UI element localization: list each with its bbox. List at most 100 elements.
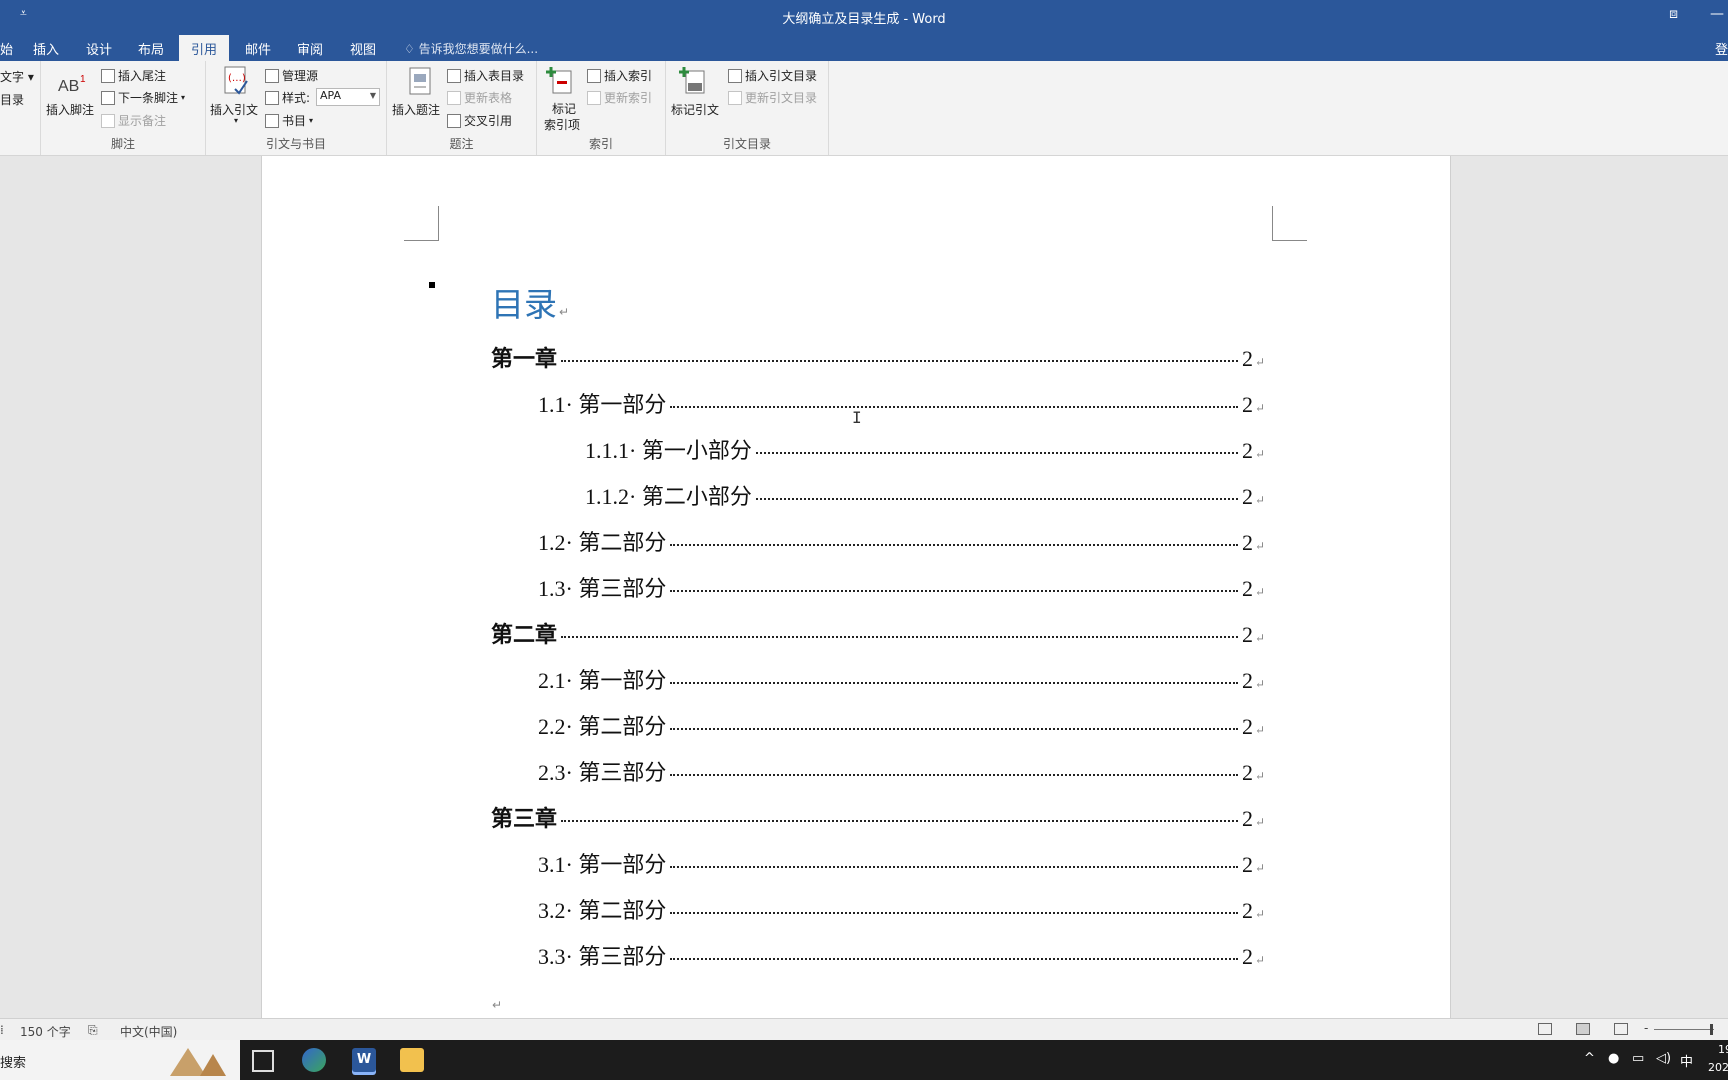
tab-layout[interactable]: 布局 bbox=[138, 39, 164, 58]
toc-entry[interactable]: 1.2· 第二部分 2 ↵ bbox=[538, 525, 1265, 555]
toc-entry[interactable]: 第三章 2 ↵ bbox=[491, 801, 1265, 831]
clock-date[interactable]: 202 bbox=[1708, 1061, 1728, 1074]
toc-entry-label: 第三章 bbox=[491, 806, 558, 831]
print-layout-icon[interactable] bbox=[1576, 1023, 1590, 1035]
toc-entry[interactable]: 第一章 2 ↵ bbox=[491, 341, 1265, 371]
toc-entry-label: 3.2· 第二部分 bbox=[538, 898, 667, 923]
tab-insert[interactable]: 插入 bbox=[33, 39, 59, 58]
volume-icon[interactable]: ◁) bbox=[1656, 1051, 1671, 1066]
toc-entry[interactable]: 1.1.1· 第一小部分 2 ↵ bbox=[585, 433, 1265, 463]
show-notes-icon bbox=[101, 113, 115, 128]
toc-entry[interactable]: 2.1· 第一部分 2 ↵ bbox=[538, 663, 1265, 693]
toc-entry[interactable]: 2.3· 第三部分 2 ↵ bbox=[538, 755, 1265, 785]
toc-entry[interactable]: 1.1· 第一部分 2 ↵ bbox=[538, 387, 1265, 417]
task-view-icon[interactable] bbox=[252, 1050, 274, 1072]
paragraph-mark: ↵ bbox=[1254, 585, 1265, 599]
mark-citation-icon bbox=[679, 67, 705, 94]
toc-entry[interactable]: 3.2· 第二部分 2 ↵ bbox=[538, 893, 1265, 923]
tell-me-search[interactable]: ♢ 告诉我您想要做什么... bbox=[404, 40, 538, 57]
document-area[interactable]: 目录 ↵ 第一章 2 ↵ 1.1· 第一部分 2 ↵ 1.1.1· 第一小部分 2 ↵ 1.1.2·… bbox=[0, 156, 1728, 1018]
captions-group-label: 题注 bbox=[449, 137, 474, 151]
toc-entry[interactable]: 1.1.2· 第二小部分 2 ↵ bbox=[585, 479, 1265, 509]
next-footnote-button[interactable]: 下一条脚注 ▾ bbox=[101, 89, 185, 106]
insert-table-of-figures-button[interactable]: 插入表目录 bbox=[447, 67, 524, 84]
mark-entry-line2[interactable]: 索引项 bbox=[544, 116, 580, 133]
insert-citation-dropdown-icon[interactable]: ▾ bbox=[234, 116, 238, 125]
toc-heading[interactable]: 目录 ↵ bbox=[491, 278, 569, 326]
toc-entry[interactable]: 2.2· 第二部分 2 ↵ bbox=[538, 709, 1265, 739]
ribbon-display-options-icon[interactable]: ⧈ bbox=[1669, 6, 1678, 22]
toc-entry[interactable]: 3.3· 第三部分 2 ↵ bbox=[538, 939, 1265, 969]
update-index-icon bbox=[587, 90, 601, 105]
insert-table-of-authorities-button[interactable]: 插入引文目录 bbox=[728, 67, 817, 84]
network-icon[interactable]: ▭ bbox=[1632, 1051, 1644, 1066]
web-layout-icon[interactable] bbox=[1614, 1023, 1628, 1035]
toc-leader-dots bbox=[755, 498, 1238, 500]
sign-in-link[interactable]: 登 bbox=[1715, 39, 1728, 58]
toc-entry-page: 2 bbox=[1241, 898, 1253, 923]
paragraph-mark: ↵ bbox=[1254, 769, 1265, 783]
add-text-button[interactable]: 文字 ▾ bbox=[0, 68, 34, 85]
tab-mailings[interactable]: 邮件 bbox=[245, 39, 271, 58]
manage-sources-button[interactable]: 管理源 bbox=[265, 67, 318, 84]
tab-home[interactable]: 始 bbox=[0, 39, 13, 58]
group-table-of-contents: 文字 ▾ 目录 bbox=[0, 61, 41, 155]
word-count[interactable]: 150 个字 bbox=[20, 1023, 71, 1040]
insert-index-button[interactable]: 插入索引 bbox=[587, 67, 652, 84]
word-app-icon[interactable]: W bbox=[352, 1048, 376, 1072]
citation-style-select[interactable]: APA ▼ bbox=[316, 88, 380, 106]
toc-entry-page: 2 bbox=[1241, 760, 1253, 785]
tab-view[interactable]: 视图 bbox=[350, 39, 376, 58]
next-footnote-label: 下一条脚注 bbox=[118, 91, 179, 105]
bibliography-button[interactable]: 书目 ▾ bbox=[265, 112, 313, 129]
update-toa-icon bbox=[728, 90, 742, 105]
paragraph-mark: ↵ bbox=[1254, 907, 1265, 921]
toc-entry[interactable]: 3.1· 第一部分 2 ↵ bbox=[538, 847, 1265, 877]
toc-heading-text: 目录 bbox=[491, 285, 557, 324]
update-table-button[interactable]: 更新表格 bbox=[447, 89, 512, 106]
paragraph-bullet-marker bbox=[429, 282, 435, 288]
tab-design[interactable]: 设计 bbox=[86, 39, 112, 58]
table-of-figures-icon bbox=[447, 68, 461, 83]
clock-time[interactable]: 19 bbox=[1718, 1043, 1728, 1056]
insert-caption-button[interactable]: 插入题注 bbox=[392, 101, 440, 118]
taskbar-search[interactable]: 搜索 bbox=[0, 1040, 240, 1080]
microphone-icon[interactable]: ● bbox=[1608, 1051, 1619, 1066]
insert-caption-icon bbox=[409, 67, 431, 95]
toc-entry-label: 2.2· 第二部分 bbox=[538, 714, 667, 739]
paragraph-mark: ↵ bbox=[1254, 861, 1265, 875]
mark-citation-button[interactable]: 标记引文 bbox=[671, 101, 719, 118]
update-index-button[interactable]: 更新索引 bbox=[587, 89, 652, 106]
toc-entry-label: 1.3· 第三部分 bbox=[538, 576, 667, 601]
zoom-slider[interactable] bbox=[1654, 1029, 1714, 1030]
page-indicator-icon[interactable]: ⁞ bbox=[0, 1023, 4, 1037]
insert-endnote-button[interactable]: 插入尾注 bbox=[101, 67, 166, 84]
show-hidden-icons-icon[interactable]: ^ bbox=[1584, 1051, 1595, 1066]
language-indicator[interactable]: 中文(中国) bbox=[120, 1023, 177, 1040]
ribbon: 文字 ▾ 目录 AB 1 插入脚注 插入尾注 下一条脚注 ▾ 显示备注 脚注 (…… bbox=[0, 61, 1728, 156]
paragraph-mark: ↵ bbox=[1254, 447, 1265, 461]
tab-review[interactable]: 审阅 bbox=[297, 39, 323, 58]
toc-entry[interactable]: 第二章 2 ↵ bbox=[491, 617, 1265, 647]
toc-entry[interactable]: 1.3· 第三部分 2 ↵ bbox=[538, 571, 1265, 601]
paragraph-mark: ↵ bbox=[1254, 815, 1265, 829]
toc-entry-page: 2 bbox=[1241, 806, 1253, 831]
document-page[interactable]: 目录 ↵ 第一章 2 ↵ 1.1· 第一部分 2 ↵ 1.1.1· 第一小部分 2 ↵ 1.1.2·… bbox=[261, 156, 1451, 1018]
zoom-slider-thumb[interactable] bbox=[1710, 1024, 1713, 1035]
read-mode-icon[interactable] bbox=[1538, 1023, 1552, 1035]
update-table-of-authorities-button[interactable]: 更新引文目录 bbox=[728, 89, 817, 106]
minimize-icon[interactable]: — bbox=[1710, 6, 1724, 22]
zoom-out-button[interactable]: - bbox=[1644, 1021, 1648, 1035]
edge-browser-icon[interactable] bbox=[302, 1048, 326, 1072]
file-explorer-icon[interactable] bbox=[400, 1048, 424, 1072]
ime-indicator[interactable]: 中 bbox=[1680, 1051, 1693, 1070]
insert-footnote-button[interactable]: 插入脚注 bbox=[46, 101, 94, 118]
toc-entry-label: 第二章 bbox=[491, 622, 558, 647]
cross-reference-button[interactable]: 交叉引用 bbox=[447, 112, 512, 129]
tab-references[interactable]: 引用 bbox=[179, 35, 230, 61]
toc-button[interactable]: 目录 bbox=[0, 91, 24, 108]
show-notes-button[interactable]: 显示备注 bbox=[101, 112, 166, 129]
group-table-of-authorities: 标记引文 插入引文目录 更新引文目录 引文目录 bbox=[666, 61, 829, 155]
proofing-icon[interactable]: ⎘ bbox=[88, 1023, 98, 1038]
mark-entry-line1[interactable]: 标记 bbox=[552, 100, 576, 117]
